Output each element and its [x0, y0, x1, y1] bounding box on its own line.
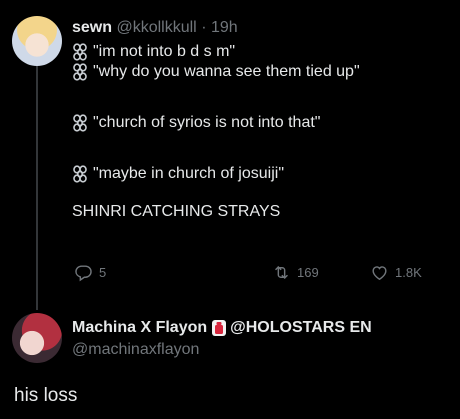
reply-icon: [75, 264, 92, 281]
thread-line: [36, 66, 38, 310]
affiliate-badge-icon[interactable]: [211, 319, 227, 337]
reply-text: his loss: [14, 385, 78, 406]
action-bar: 5 169 1.8K: [72, 262, 442, 282]
quote-line: "maybe in church of josuiji": [72, 164, 452, 184]
retweet-count: 169: [297, 264, 319, 280]
quote-text: "im not into b d s m": [93, 43, 236, 60]
retweet-icon: [275, 265, 288, 279]
chain-icon: [73, 43, 87, 61]
closing-line: SHINRI CATCHING STRAYS: [72, 202, 452, 222]
reply-avatar[interactable]: [12, 313, 62, 363]
like-count: 1.8K: [395, 264, 422, 280]
timestamp[interactable]: 19h: [211, 19, 238, 36]
tweet-text: "im not into b d s m" "why do you wanna …: [72, 42, 452, 222]
like-icon: [372, 265, 387, 280]
closing-text: SHINRI CATCHING STRAYS: [72, 203, 281, 220]
tweet-header: sewn @kkollkkull · 19h: [72, 18, 238, 38]
quote-text: "maybe in church of josuiji": [93, 165, 284, 182]
chain-icon: [73, 63, 87, 81]
avatar[interactable]: [12, 16, 62, 66]
quote-line: "why do you wanna see them tied up": [72, 62, 452, 82]
separator: ·: [201, 19, 207, 36]
quote-line: "church of syrios is not into that": [72, 113, 452, 133]
reply-button[interactable]: 5: [74, 262, 106, 282]
retweet-button[interactable]: 169: [272, 262, 319, 282]
quote-text: "why do you wanna see them tied up": [93, 63, 360, 80]
reply-affiliation[interactable]: @HOLOSTARS EN: [230, 318, 372, 338]
like-button[interactable]: 1.8K: [370, 262, 422, 282]
chain-icon: [73, 114, 87, 132]
quote-line: "im not into b d s m": [72, 42, 452, 62]
reply-header: Machina X Flayon @HOLOSTARS EN: [72, 318, 372, 338]
chain-icon: [73, 165, 87, 183]
display-name[interactable]: sewn: [72, 19, 112, 36]
user-handle[interactable]: @kkollkkull: [116, 19, 196, 36]
reply-display-name[interactable]: Machina X Flayon: [72, 318, 207, 338]
reply-count: 5: [99, 264, 107, 280]
reply-handle[interactable]: @machinaxflayon: [72, 341, 199, 359]
quote-text: "church of syrios is not into that": [93, 114, 321, 131]
